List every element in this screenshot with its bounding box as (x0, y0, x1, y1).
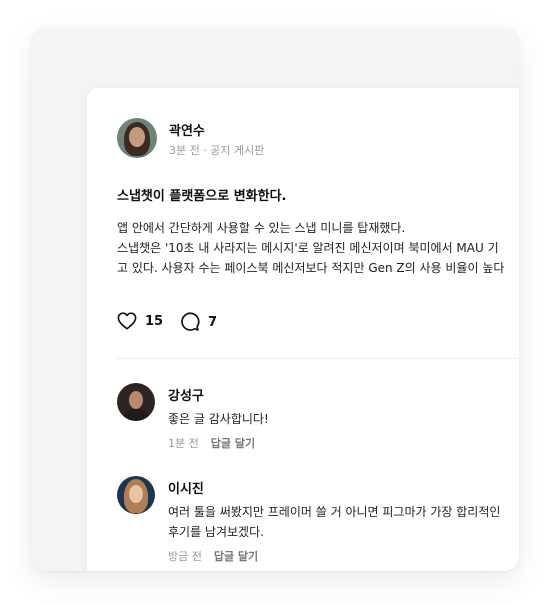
comment-meta: 1분 전 답글 달기 (168, 435, 255, 451)
comment-bubble-icon (180, 312, 200, 332)
app-window: 곽연수 3분 전 · 공지 게시판 스냅챗이 플랫폼으로 변화한다. 앱 안에서… (31, 28, 519, 571)
comment-time: 1분 전 (168, 437, 199, 450)
like-count: 15 (145, 313, 164, 329)
comment-text-line: 여러 툴을 써봤지만 프레이머 쓸 거 아니면 피그마가 가장 합리적인 (168, 505, 501, 519)
comment-text: 여러 툴을 써봤지만 프레이머 쓸 거 아니면 피그마가 가장 합리적인 후기를… (168, 502, 500, 542)
comment-count: 7 (208, 314, 218, 330)
post-body: 앱 안에서 간단하게 사용할 수 있는 스냅 미니를 탑재했다. 스냅챗은 '1… (117, 218, 519, 278)
like-button[interactable]: 15 (117, 312, 163, 330)
post-body-line: 앱 안에서 간단하게 사용할 수 있는 스냅 미니를 탑재했다. (117, 221, 406, 235)
reply-button[interactable]: 답글 달기 (211, 437, 255, 450)
divider (117, 358, 519, 359)
commenter-avatar[interactable] (117, 476, 155, 514)
comment-text-line: 후기를 남겨보겠다. (168, 525, 264, 539)
commenter-name[interactable]: 이시진 (168, 478, 204, 497)
comment-time: 방금 전 (168, 550, 202, 563)
post-body-line: 고 있다. 사용자 수는 페이스북 메신저보다 적지만 Gen Z의 사용 비율… (117, 261, 505, 275)
reply-button[interactable]: 답글 달기 (214, 550, 258, 563)
post-meta: 3분 전 · 공지 게시판 (169, 144, 265, 157)
post-card: 곽연수 3분 전 · 공지 게시판 스냅챗이 플랫폼으로 변화한다. 앱 안에서… (87, 88, 519, 571)
commenter-name[interactable]: 강성구 (168, 385, 204, 404)
comment-text: 좋은 글 감사합니다! (168, 412, 269, 426)
comment-meta: 방금 전 답글 달기 (168, 548, 258, 564)
post-body-line: 스냅챗은 '10초 내 사라지는 메시지'로 알려진 메신저이며 북미에서 MA… (117, 241, 499, 255)
post-title: 스냅챗이 플랫폼으로 변화한다. (117, 189, 287, 204)
comment-button[interactable]: 7 (180, 312, 217, 332)
author-avatar[interactable] (117, 118, 157, 158)
heart-icon (117, 312, 137, 330)
author-name[interactable]: 곽연수 (169, 120, 205, 139)
commenter-avatar[interactable] (117, 383, 155, 421)
